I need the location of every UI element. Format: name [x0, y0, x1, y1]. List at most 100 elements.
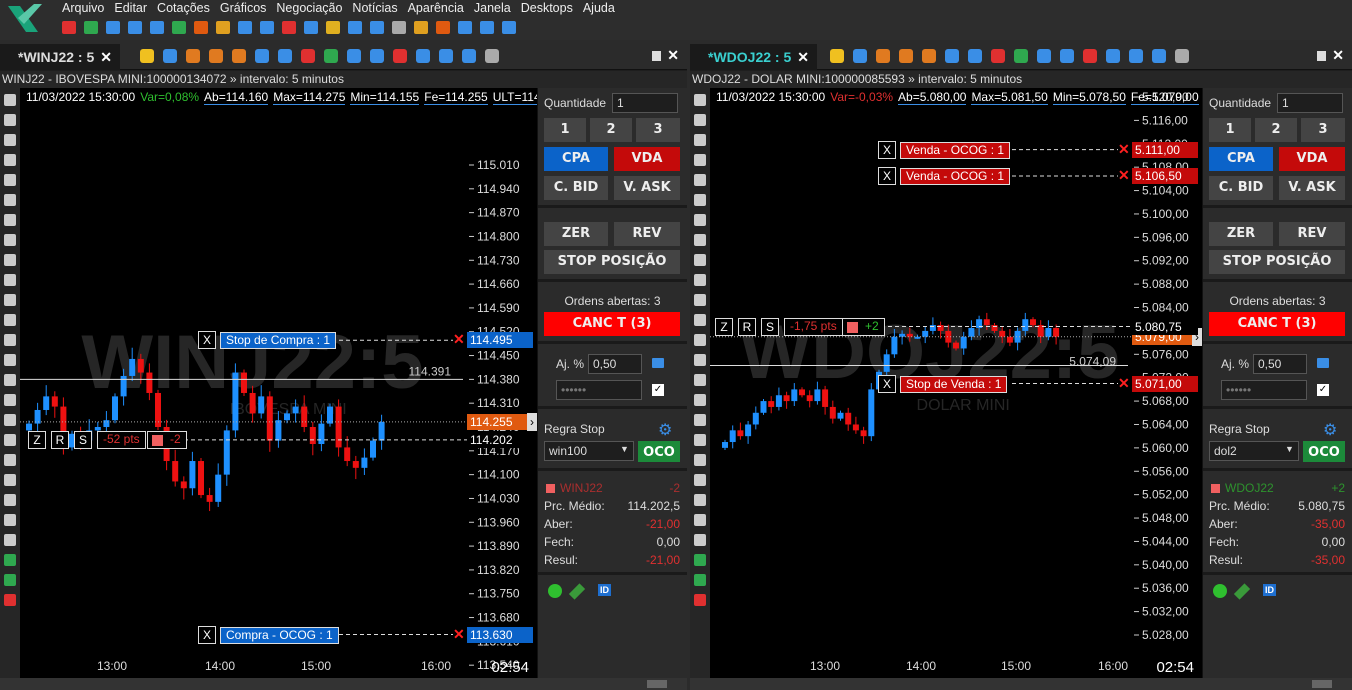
- order-label[interactable]: Venda - OCOG : 1: [900, 141, 1011, 159]
- cancel-order-button[interactable]: X: [878, 374, 896, 393]
- chart-tool-icon[interactable]: [232, 49, 246, 63]
- toolbar-icon-button[interactable]: [84, 21, 98, 34]
- drawing-tool-icon[interactable]: [4, 94, 16, 106]
- toolbar-icon-button[interactable]: [326, 21, 340, 34]
- chart-tool-icon[interactable]: [140, 49, 154, 63]
- drawing-tool-icon[interactable]: [694, 174, 706, 186]
- sell-market-button[interactable]: VDA: [1279, 147, 1345, 171]
- menu-4[interactable]: Negociação: [276, 1, 342, 15]
- drawing-tool-icon[interactable]: [694, 374, 706, 386]
- drawing-tool-icon[interactable]: [4, 194, 16, 206]
- drawing-tool-icon[interactable]: [694, 334, 706, 346]
- menu-2[interactable]: Cotações: [157, 1, 210, 15]
- position-s-button[interactable]: S: [74, 430, 92, 449]
- chart-tool-icon[interactable]: [1014, 49, 1028, 63]
- chart-tool-icon[interactable]: [163, 49, 177, 63]
- quantity-3-button[interactable]: 3: [1301, 118, 1345, 142]
- chart-tool-icon[interactable]: [945, 49, 959, 63]
- buy-market-button[interactable]: CPA: [544, 147, 608, 171]
- drawing-tool-icon[interactable]: [4, 214, 16, 226]
- sell-ask-button[interactable]: V. ASK: [1279, 176, 1345, 200]
- quantity-1-button[interactable]: 1: [544, 118, 586, 142]
- close-window-icon[interactable]: ✕: [667, 47, 679, 64]
- scroll-right-icon[interactable]: ›: [527, 412, 537, 431]
- stop-position-button[interactable]: STOP POSIÇÃO: [544, 250, 680, 274]
- menu-9[interactable]: Ajuda: [583, 1, 615, 15]
- drawing-tool-icon[interactable]: [694, 194, 706, 206]
- toolbar-icon-button[interactable]: [348, 21, 362, 34]
- adjust-percent-input[interactable]: 0,50: [1253, 354, 1307, 374]
- chart-tool-icon[interactable]: [968, 49, 982, 63]
- toolbar-icon-button[interactable]: [458, 21, 472, 34]
- drawing-tool-icon[interactable]: [4, 394, 16, 406]
- drawing-tool-icon[interactable]: [4, 594, 16, 606]
- cancel-all-orders-button[interactable]: CANC T (3): [544, 312, 680, 336]
- drawing-tool-icon[interactable]: [4, 574, 16, 586]
- remove-order-icon[interactable]: ✕: [453, 626, 465, 643]
- drawing-tool-icon[interactable]: [4, 334, 16, 346]
- chart-tool-icon[interactable]: [991, 49, 1005, 63]
- drawing-tool-icon[interactable]: [4, 174, 16, 186]
- order-label[interactable]: Compra - OCOG : 1: [220, 626, 339, 644]
- order-label[interactable]: Stop de Compra : 1: [220, 332, 337, 350]
- order-label[interactable]: Stop de Venda : 1: [900, 375, 1008, 393]
- menu-1[interactable]: Editar: [114, 1, 147, 15]
- drawing-tool-icon[interactable]: [4, 114, 16, 126]
- drawing-tool-icon[interactable]: [694, 234, 706, 246]
- toolbar-icon-button[interactable]: [106, 21, 120, 34]
- drawing-tool-icon[interactable]: [4, 514, 16, 526]
- drawing-tool-icon[interactable]: [694, 434, 706, 446]
- maximize-icon[interactable]: [652, 51, 661, 61]
- remove-order-icon[interactable]: ✕: [453, 331, 465, 348]
- toolbar-icon-button[interactable]: [238, 21, 252, 34]
- scroll-thumb[interactable]: [1312, 680, 1332, 688]
- chart-tool-icon[interactable]: [830, 49, 844, 63]
- quantity-1-button[interactable]: 1: [1209, 118, 1251, 142]
- password-input[interactable]: ••••••: [1221, 380, 1307, 400]
- chart-tool-icon[interactable]: [324, 49, 338, 63]
- drawing-tool-icon[interactable]: [4, 314, 16, 326]
- toolbar-icon-button[interactable]: [194, 21, 208, 34]
- toolbar-icon-button[interactable]: [502, 21, 516, 34]
- drawing-tool-icon[interactable]: [694, 514, 706, 526]
- drawing-tool-icon[interactable]: [4, 414, 16, 426]
- scroll-thumb[interactable]: [647, 680, 667, 688]
- toolbar-icon-button[interactable]: [62, 21, 76, 34]
- cancel-all-orders-button[interactable]: CANC T (3): [1209, 312, 1345, 336]
- chart-tool-icon[interactable]: [393, 49, 407, 63]
- drawing-tool-icon[interactable]: [694, 594, 706, 606]
- oco-button[interactable]: OCO: [1303, 441, 1345, 462]
- toolbar-icon-button[interactable]: [282, 21, 296, 34]
- chart-tool-icon[interactable]: [853, 49, 867, 63]
- drawing-tool-icon[interactable]: [4, 274, 16, 286]
- confirm-checkbox[interactable]: ✓: [652, 384, 664, 396]
- chart-tool-icon[interactable]: [899, 49, 913, 63]
- chart-tool-icon[interactable]: [462, 49, 476, 63]
- position-quantity[interactable]: +2: [842, 317, 885, 336]
- position-r-button[interactable]: R: [51, 430, 69, 449]
- drawing-tool-icon[interactable]: [4, 534, 16, 546]
- position-z-button[interactable]: Z: [28, 430, 46, 449]
- close-window-icon[interactable]: ✕: [1332, 47, 1344, 64]
- id-icon[interactable]: ID: [1263, 584, 1276, 596]
- toolbar-icon-button[interactable]: [260, 21, 274, 34]
- drawing-tool-icon[interactable]: [694, 274, 706, 286]
- sell-market-button[interactable]: VDA: [614, 147, 680, 171]
- chart-tool-icon[interactable]: [370, 49, 384, 63]
- remove-order-icon[interactable]: ✕: [1118, 167, 1130, 184]
- drawing-tool-icon[interactable]: [4, 154, 16, 166]
- price-chart[interactable]: WINJ22:5 IBOVESPA MINI 115.010 114.940 114.8…: [20, 88, 558, 678]
- reverse-position-button[interactable]: REV: [614, 222, 680, 246]
- drawing-tool-icon[interactable]: [694, 134, 706, 146]
- chart-tool-icon[interactable]: [1175, 49, 1189, 63]
- chart-tool-icon[interactable]: [278, 49, 292, 63]
- drawing-tool-icon[interactable]: [694, 574, 706, 586]
- chart-tool-icon[interactable]: [439, 49, 453, 63]
- quantity-2-button[interactable]: 2: [590, 118, 632, 142]
- close-tab-icon[interactable]: ✕: [100, 49, 112, 65]
- stop-position-button[interactable]: STOP POSIÇÃO: [1209, 250, 1345, 274]
- settings-gear-icon[interactable]: ⚙: [1323, 420, 1337, 440]
- menu-8[interactable]: Desktops: [521, 1, 573, 15]
- quantity-input[interactable]: 1: [612, 93, 678, 113]
- oco-button[interactable]: OCO: [638, 441, 680, 462]
